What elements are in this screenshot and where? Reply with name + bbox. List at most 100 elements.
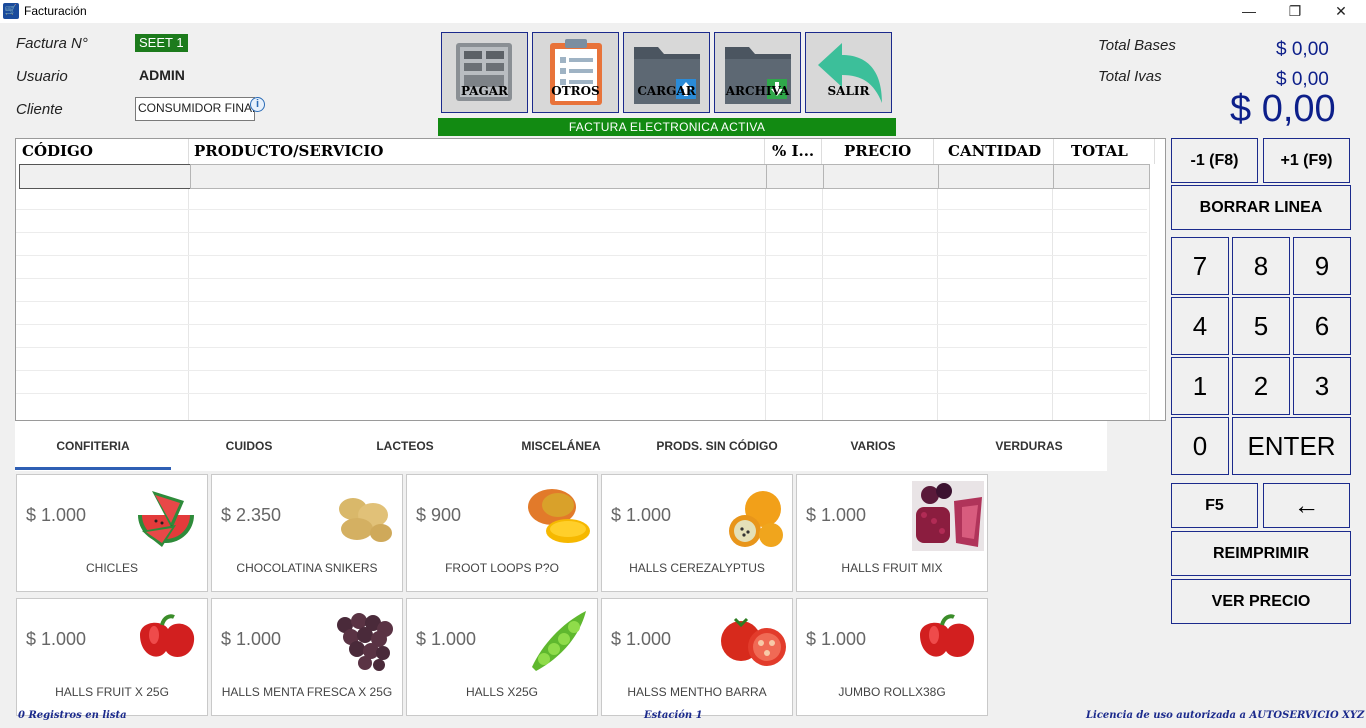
- peas-image: [532, 611, 586, 671]
- license-label: Licencia de uso autorizada a AUTOSERVICI…: [1086, 710, 1365, 721]
- increment-button[interactable]: +1 (F9): [1263, 138, 1350, 183]
- salir-label: SALIR: [827, 84, 870, 98]
- product-card[interactable]: $ 1.000 HALSS MENTHO BARRA: [601, 598, 793, 716]
- product-name: FROOT LOOPS P?O: [445, 561, 559, 575]
- product-card[interactable]: $ 1.000 CHICLES: [16, 474, 208, 592]
- codigo-input[interactable]: [19, 164, 191, 189]
- total-cell[interactable]: [1053, 164, 1150, 189]
- product-card[interactable]: $ 900 FROOT LOOPS P?O: [406, 474, 598, 592]
- grid-divider: [822, 189, 823, 420]
- digit-2-button[interactable]: 2: [1232, 357, 1290, 415]
- passion-fruit-image: [729, 491, 783, 547]
- iva-cell[interactable]: [766, 164, 824, 189]
- cliente-input[interactable]: CONSUMIDOR FINAL: [135, 97, 255, 121]
- col-header-total[interactable]: TOTAL: [1071, 139, 1155, 164]
- f5-button[interactable]: F5: [1171, 483, 1258, 528]
- reprint-button[interactable]: REIMPRIMIR: [1171, 531, 1351, 576]
- view-price-button[interactable]: VER PRECIO: [1171, 579, 1351, 624]
- tab-varios[interactable]: VARIOS: [795, 421, 951, 471]
- digit-6-button[interactable]: 6: [1293, 297, 1351, 355]
- info-icon[interactable]: i: [250, 97, 265, 112]
- digit-1-button[interactable]: 1: [1171, 357, 1229, 415]
- enter-button[interactable]: ENTER: [1232, 417, 1351, 475]
- station-label: Estación 1: [644, 710, 703, 721]
- grid-divider: [1052, 189, 1053, 420]
- cantidad-cell[interactable]: [938, 164, 1054, 189]
- digit-4-button[interactable]: 4: [1171, 297, 1229, 355]
- cart-icon: 🛒: [3, 3, 19, 19]
- product-card[interactable]: $ 1.000 HALLS FRUIT X 25G: [16, 598, 208, 716]
- cliente-label: Cliente: [16, 101, 63, 118]
- product-name: CHOCOLATINA SNIKERS: [236, 561, 378, 575]
- product-name: HALLS MENTA FRESCA X 25G: [221, 685, 393, 699]
- clipboard-icon: [550, 39, 602, 105]
- watermelon-image: [138, 491, 194, 547]
- product-price: $ 900: [416, 505, 462, 525]
- col-header-precio[interactable]: PRECIO: [844, 139, 934, 164]
- red-pepper-image: [140, 614, 195, 657]
- otros-button[interactable]: OTROS: [532, 32, 619, 113]
- grid-row-line: [16, 278, 1147, 279]
- product-card[interactable]: $ 1.000 HALLS CEREZALYPTUS: [601, 474, 793, 592]
- grid-row-line: [16, 393, 1147, 394]
- undo-arrow-icon: [818, 43, 882, 103]
- product-price: $ 1.000: [806, 629, 867, 649]
- digit-8-button[interactable]: 8: [1232, 237, 1290, 295]
- digit-3-button[interactable]: 3: [1293, 357, 1351, 415]
- col-header-producto[interactable]: PRODUCTO/SERVICIO: [194, 139, 765, 164]
- cargar-button[interactable]: CARGAR: [623, 32, 710, 113]
- tab-verduras[interactable]: VERDURAS: [951, 421, 1107, 471]
- tab-lacteos[interactable]: LACTEOS: [327, 421, 483, 471]
- maximize-button[interactable]: ❐: [1272, 0, 1318, 23]
- pagar-label: PAGAR: [461, 84, 508, 98]
- tab-cuidos[interactable]: CUIDOS: [171, 421, 327, 471]
- col-header-cantidad[interactable]: CANTIDAD: [948, 139, 1054, 164]
- tab-confiteria[interactable]: CONFITERIA: [15, 421, 171, 471]
- cargar-label: CARGAR: [637, 84, 696, 98]
- digit-7-button[interactable]: 7: [1171, 237, 1229, 295]
- grid-row-line: [16, 324, 1147, 325]
- product-card[interactable]: $ 2.350 CHOCOLATINA SNIKERS: [211, 474, 403, 592]
- register-icon: [456, 43, 512, 101]
- product-card[interactable]: $ 1.000 HALLS FRUIT MIX: [796, 474, 988, 592]
- salir-button[interactable]: SALIR: [805, 32, 892, 113]
- col-header-codigo[interactable]: CÓDIGO: [22, 139, 189, 164]
- grid-row-line: [16, 232, 1147, 233]
- folder-download-icon: [725, 47, 791, 104]
- grid-divider: [765, 189, 766, 420]
- grid-row-line: [16, 370, 1147, 371]
- pagar-button[interactable]: PAGAR: [441, 32, 528, 113]
- delete-line-button[interactable]: BORRAR LINEA: [1171, 185, 1351, 230]
- precio-cell[interactable]: [823, 164, 939, 189]
- digit-0-button[interactable]: 0: [1171, 417, 1229, 475]
- product-name: HALLS FRUIT X 25G: [55, 685, 169, 699]
- producto-cell[interactable]: [190, 164, 767, 189]
- product-card[interactable]: $ 1.000 JUMBO ROLLX38G: [796, 598, 988, 716]
- usuario-value: ADMIN: [139, 67, 185, 83]
- product-price: $ 1.000: [416, 629, 477, 649]
- grid-divider: [1149, 189, 1150, 420]
- tab-miscelanea[interactable]: MISCELÁNEA: [483, 421, 639, 471]
- digit-9-button[interactable]: 9: [1293, 237, 1351, 295]
- tomato-image: [721, 617, 786, 666]
- usuario-label: Usuario: [16, 68, 68, 85]
- category-tabs: CONFITERIA CUIDOS LACTEOS MISCELÁNEA PRO…: [15, 421, 1107, 471]
- product-price: $ 1.000: [611, 505, 672, 525]
- digit-5-button[interactable]: 5: [1232, 297, 1290, 355]
- grapes-image: [337, 613, 393, 671]
- grid-row-line: [16, 255, 1147, 256]
- close-button[interactable]: ✕: [1318, 0, 1364, 23]
- archiva-button[interactable]: ARCHIVA: [714, 32, 801, 113]
- product-card[interactable]: $ 1.000 HALLS MENTA FRESCA X 25G: [211, 598, 403, 716]
- decrement-button[interactable]: -1 (F8): [1171, 138, 1258, 183]
- product-card[interactable]: $ 1.000 HALLS X25G: [406, 598, 598, 716]
- grid-divider: [937, 189, 938, 420]
- otros-label: OTROS: [551, 84, 600, 98]
- product-price: $ 1.000: [221, 629, 282, 649]
- col-header-iva[interactable]: % I...: [772, 139, 822, 164]
- tab-prods-sin-codigo[interactable]: PRODS. SIN CÓDIGO: [639, 421, 795, 471]
- grid-row-line: [16, 209, 1147, 210]
- minimize-button[interactable]: —: [1226, 0, 1272, 23]
- backspace-button[interactable]: ←: [1263, 483, 1350, 528]
- active-tab-indicator: [15, 467, 171, 470]
